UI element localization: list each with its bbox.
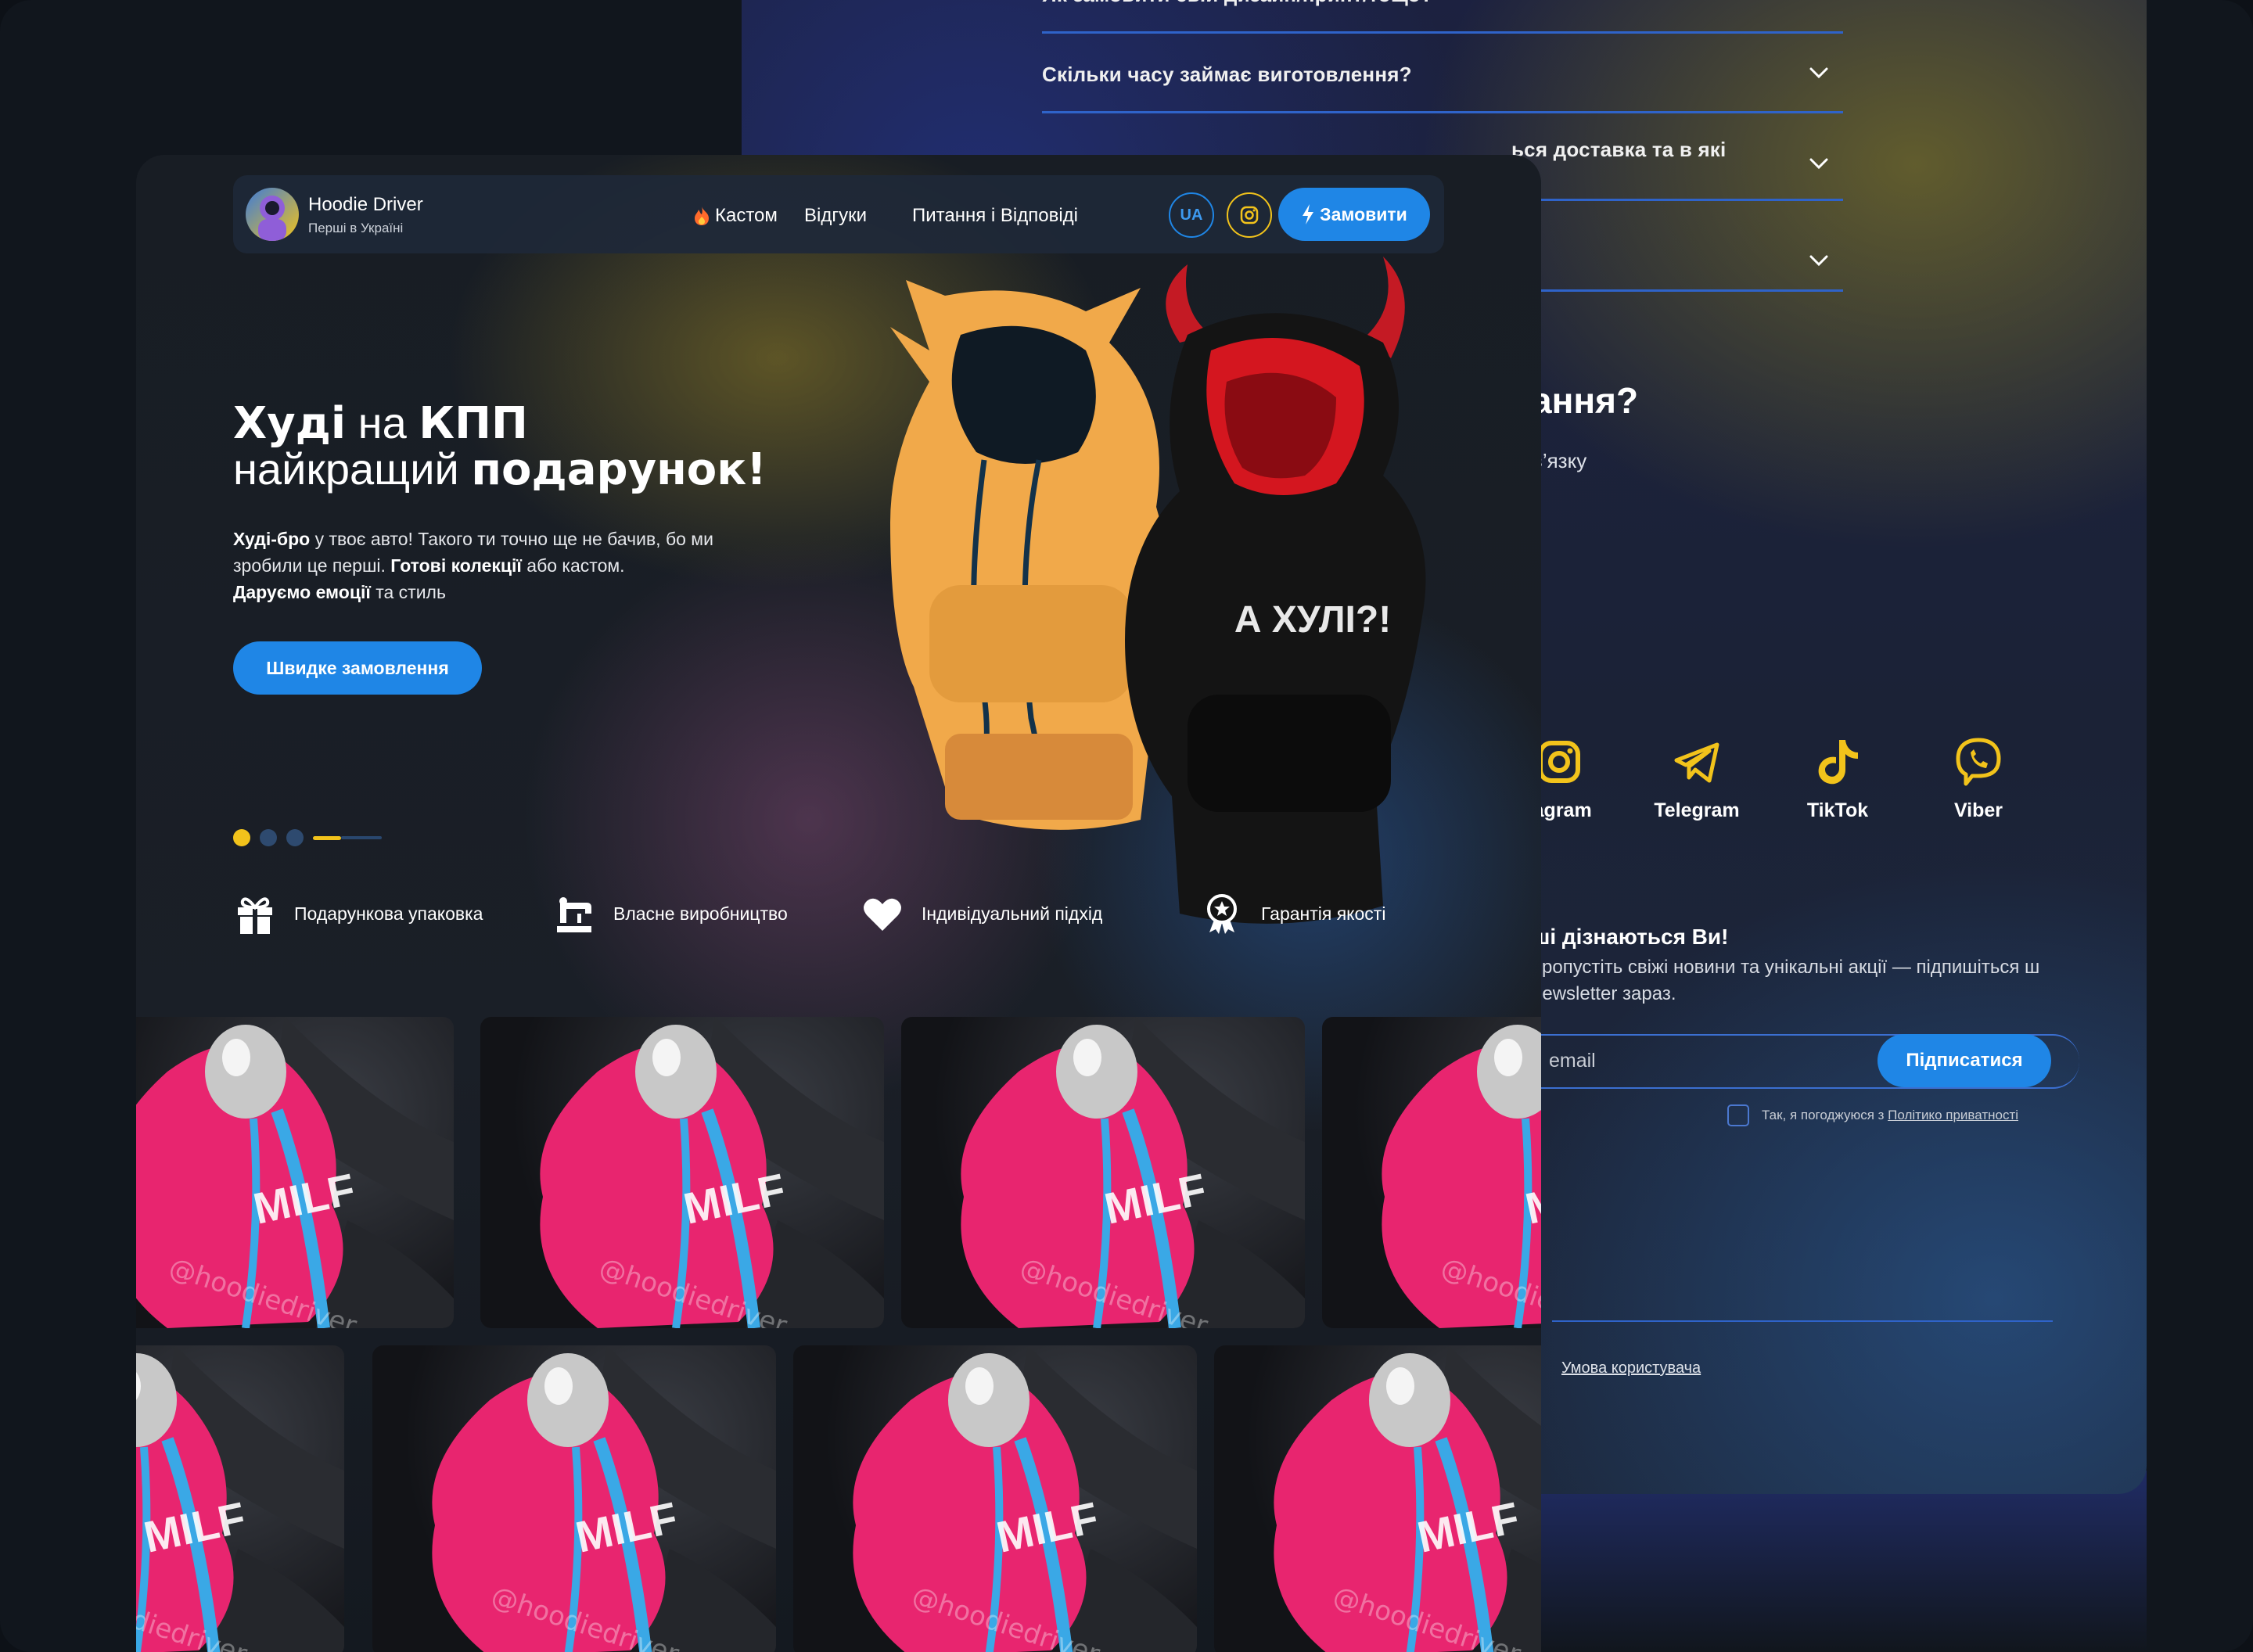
feature-label: Індивідуальний підхід: [922, 903, 1103, 924]
social-tiktok[interactable]: TikTok: [1779, 735, 1896, 822]
gallery-image: @hoodiedriverMILF: [136, 1017, 454, 1328]
faq-question: Скільки часу займає виготовлення?: [1042, 63, 1412, 86]
consent-text: Так, я погоджуюся з: [1762, 1108, 1885, 1122]
gallery-tile[interactable]: @hoodiedriverMILF: [1214, 1345, 1541, 1652]
hero-hoodies-image: А ХУЛІ?!: [890, 257, 1426, 924]
feature-own-production: Власне виробництво: [552, 892, 788, 936]
gallery-tile[interactable]: @hoodiedriverMILF: [480, 1017, 884, 1328]
gallery-image: @hoodiedriverMILF: [136, 1345, 344, 1652]
hero-emphasis: Худі-бро: [233, 529, 311, 549]
language-label: UA: [1180, 206, 1203, 224]
gallery-tile[interactable]: @hoodiedriverMILF: [1322, 1017, 1541, 1328]
hero-text: або кастом.: [521, 555, 625, 576]
privacy-policy-link[interactable]: Політико приватності: [1888, 1108, 2018, 1122]
gallery-tile[interactable]: @hoodiedriverMILF: [136, 1017, 454, 1328]
chevron-down-icon: [1809, 255, 1828, 267]
newsletter-title: ші дізнаються Ви!: [1532, 925, 1729, 949]
hoodie-print-text: А ХУЛІ?!: [1234, 599, 1391, 641]
faq-item[interactable]: Скільки часу займає виготовлення?: [1042, 33, 1843, 113]
gallery-image: @hoodiedriverMILF: [1382, 1025, 1541, 1328]
hero-title: Худі на КПП найкращий подарунок!: [233, 400, 767, 493]
privacy-consent: Так, я погоджуюся з Політико приватності: [1727, 1104, 2018, 1126]
chevron-down-icon: [1809, 158, 1828, 170]
email-placeholder: email: [1549, 1050, 1596, 1072]
feature-gift-wrap: Подарункова упаковка: [233, 892, 483, 936]
quality-badge-icon: [1207, 894, 1237, 934]
hero-title-word: подарунок!: [471, 444, 767, 495]
hero-emphasis: Готові колекції: [390, 555, 522, 576]
nav-link-faq[interactable]: Питання і Відповіді: [912, 205, 1078, 227]
gallery-tile[interactable]: @hoodiedriverMILF: [901, 1017, 1305, 1328]
social-viber[interactable]: Viber: [1920, 735, 2037, 822]
slider-dot[interactable]: [233, 829, 250, 846]
order-button-label: Замовити: [1320, 203, 1407, 224]
slider-pagination[interactable]: [233, 829, 382, 846]
gallery-image: @hoodiedriverMILF: [1274, 1345, 1541, 1652]
social-label: Viber: [1953, 799, 2003, 821]
front-panel-home-page: Hoodie Driver Перші в Україні Кастом Від…: [136, 155, 1541, 1652]
nav-link-label: Кастом: [715, 205, 778, 226]
feature-label: Подарункова упаковка: [294, 903, 483, 924]
slider-dot[interactable]: [286, 829, 304, 846]
feature-individual-approach: Індивідуальний підхід: [861, 892, 1102, 936]
hero-text: та стиль: [370, 582, 446, 602]
gallery-image: @hoodiedriverMILF: [853, 1345, 1197, 1652]
gallery-tile[interactable]: @hoodiedriverMILF: [793, 1345, 1197, 1652]
slider-dot[interactable]: [260, 829, 277, 846]
fire-icon: [695, 206, 709, 225]
social-telegram[interactable]: Telegram: [1638, 735, 1755, 822]
order-button[interactable]: Замовити: [1278, 188, 1430, 241]
contact-heading: ання?: [1532, 380, 1639, 421]
newsletter-text: пропустіть свіжі новини та унікальні акц…: [1532, 957, 2040, 1004]
gift-icon: [238, 897, 272, 934]
navbar: Hoodie Driver Перші в Україні Кастом Від…: [233, 175, 1444, 253]
nav-link-label: Відгуки: [804, 205, 868, 226]
viber-icon: [1956, 738, 2001, 786]
hero-title-word: найкращий: [233, 444, 472, 494]
sewing-machine-icon: [557, 897, 591, 932]
nav-link-label: Питання і Відповіді: [912, 205, 1079, 226]
chevron-down-icon: [1809, 67, 1828, 79]
consent-checkbox[interactable]: [1727, 1104, 1749, 1126]
slider-progress: [313, 835, 341, 840]
gallery-tile[interactable]: @hoodiedriverMILF: [136, 1345, 344, 1652]
screenshot-frame: Як замовити свій дизайн/принт/тощо? Скіл…: [0, 0, 2253, 1652]
subscribe-button[interactable]: Підписатися: [1878, 1034, 2051, 1087]
heart-icon: [864, 898, 901, 931]
social-label: Telegram: [1654, 799, 1740, 821]
faq-item[interactable]: Як замовити свій дизайн/принт/тощо?: [1042, 0, 1843, 34]
hero-emphasis: Даруємо емоції: [233, 582, 371, 602]
gallery-image: @hoodiedriverMILF: [540, 1017, 884, 1328]
quick-order-button[interactable]: Швидке замовлення: [233, 641, 482, 695]
hero-title-word: Худі: [233, 398, 347, 449]
social-label: TikTok: [1806, 799, 1869, 821]
language-switch[interactable]: UA: [1169, 192, 1214, 238]
instagram-button[interactable]: [1227, 192, 1272, 238]
gallery-image: @hoodiedriverMILF: [432, 1345, 776, 1652]
gallery-image: @hoodiedriverMILF: [961, 1017, 1305, 1328]
feature-label: Гарантія якості: [1261, 903, 1386, 924]
lightning-icon: [1303, 204, 1314, 224]
hero-title-word: КПП: [419, 398, 528, 449]
faq-question: ься доставка та в які: [1511, 138, 1727, 161]
brand-tagline: Перші в Україні: [308, 221, 404, 235]
telegram-icon: [1674, 742, 1719, 783]
slider-progress-track: [341, 836, 382, 839]
nav-link-custom[interactable]: Кастом: [693, 205, 778, 227]
logo[interactable]: [246, 188, 299, 241]
chevron-down-icon: [1807, 0, 1831, 5]
terms-link[interactable]: Умова користувача: [1561, 1359, 1701, 1377]
faq-question: Як замовити свій дизайн/принт/тощо?: [1042, 0, 1433, 7]
hero-description: Худі-бро у твоє авто! Такого ти точно ще…: [233, 526, 749, 605]
instagram-icon: [1240, 206, 1259, 224]
feature-quality-guarantee: Гарантія якості: [1200, 892, 1385, 936]
feature-label: Власне виробництво: [613, 903, 788, 924]
gallery-tile[interactable]: @hoodiedriverMILF: [372, 1345, 776, 1652]
brand-name: Hoodie Driver: [308, 194, 423, 215]
tiktok-icon: [1818, 740, 1858, 785]
nav-link-reviews[interactable]: Відгуки: [804, 205, 867, 227]
hero-title-word: на: [346, 398, 419, 447]
footer-divider: [1552, 1320, 2053, 1322]
